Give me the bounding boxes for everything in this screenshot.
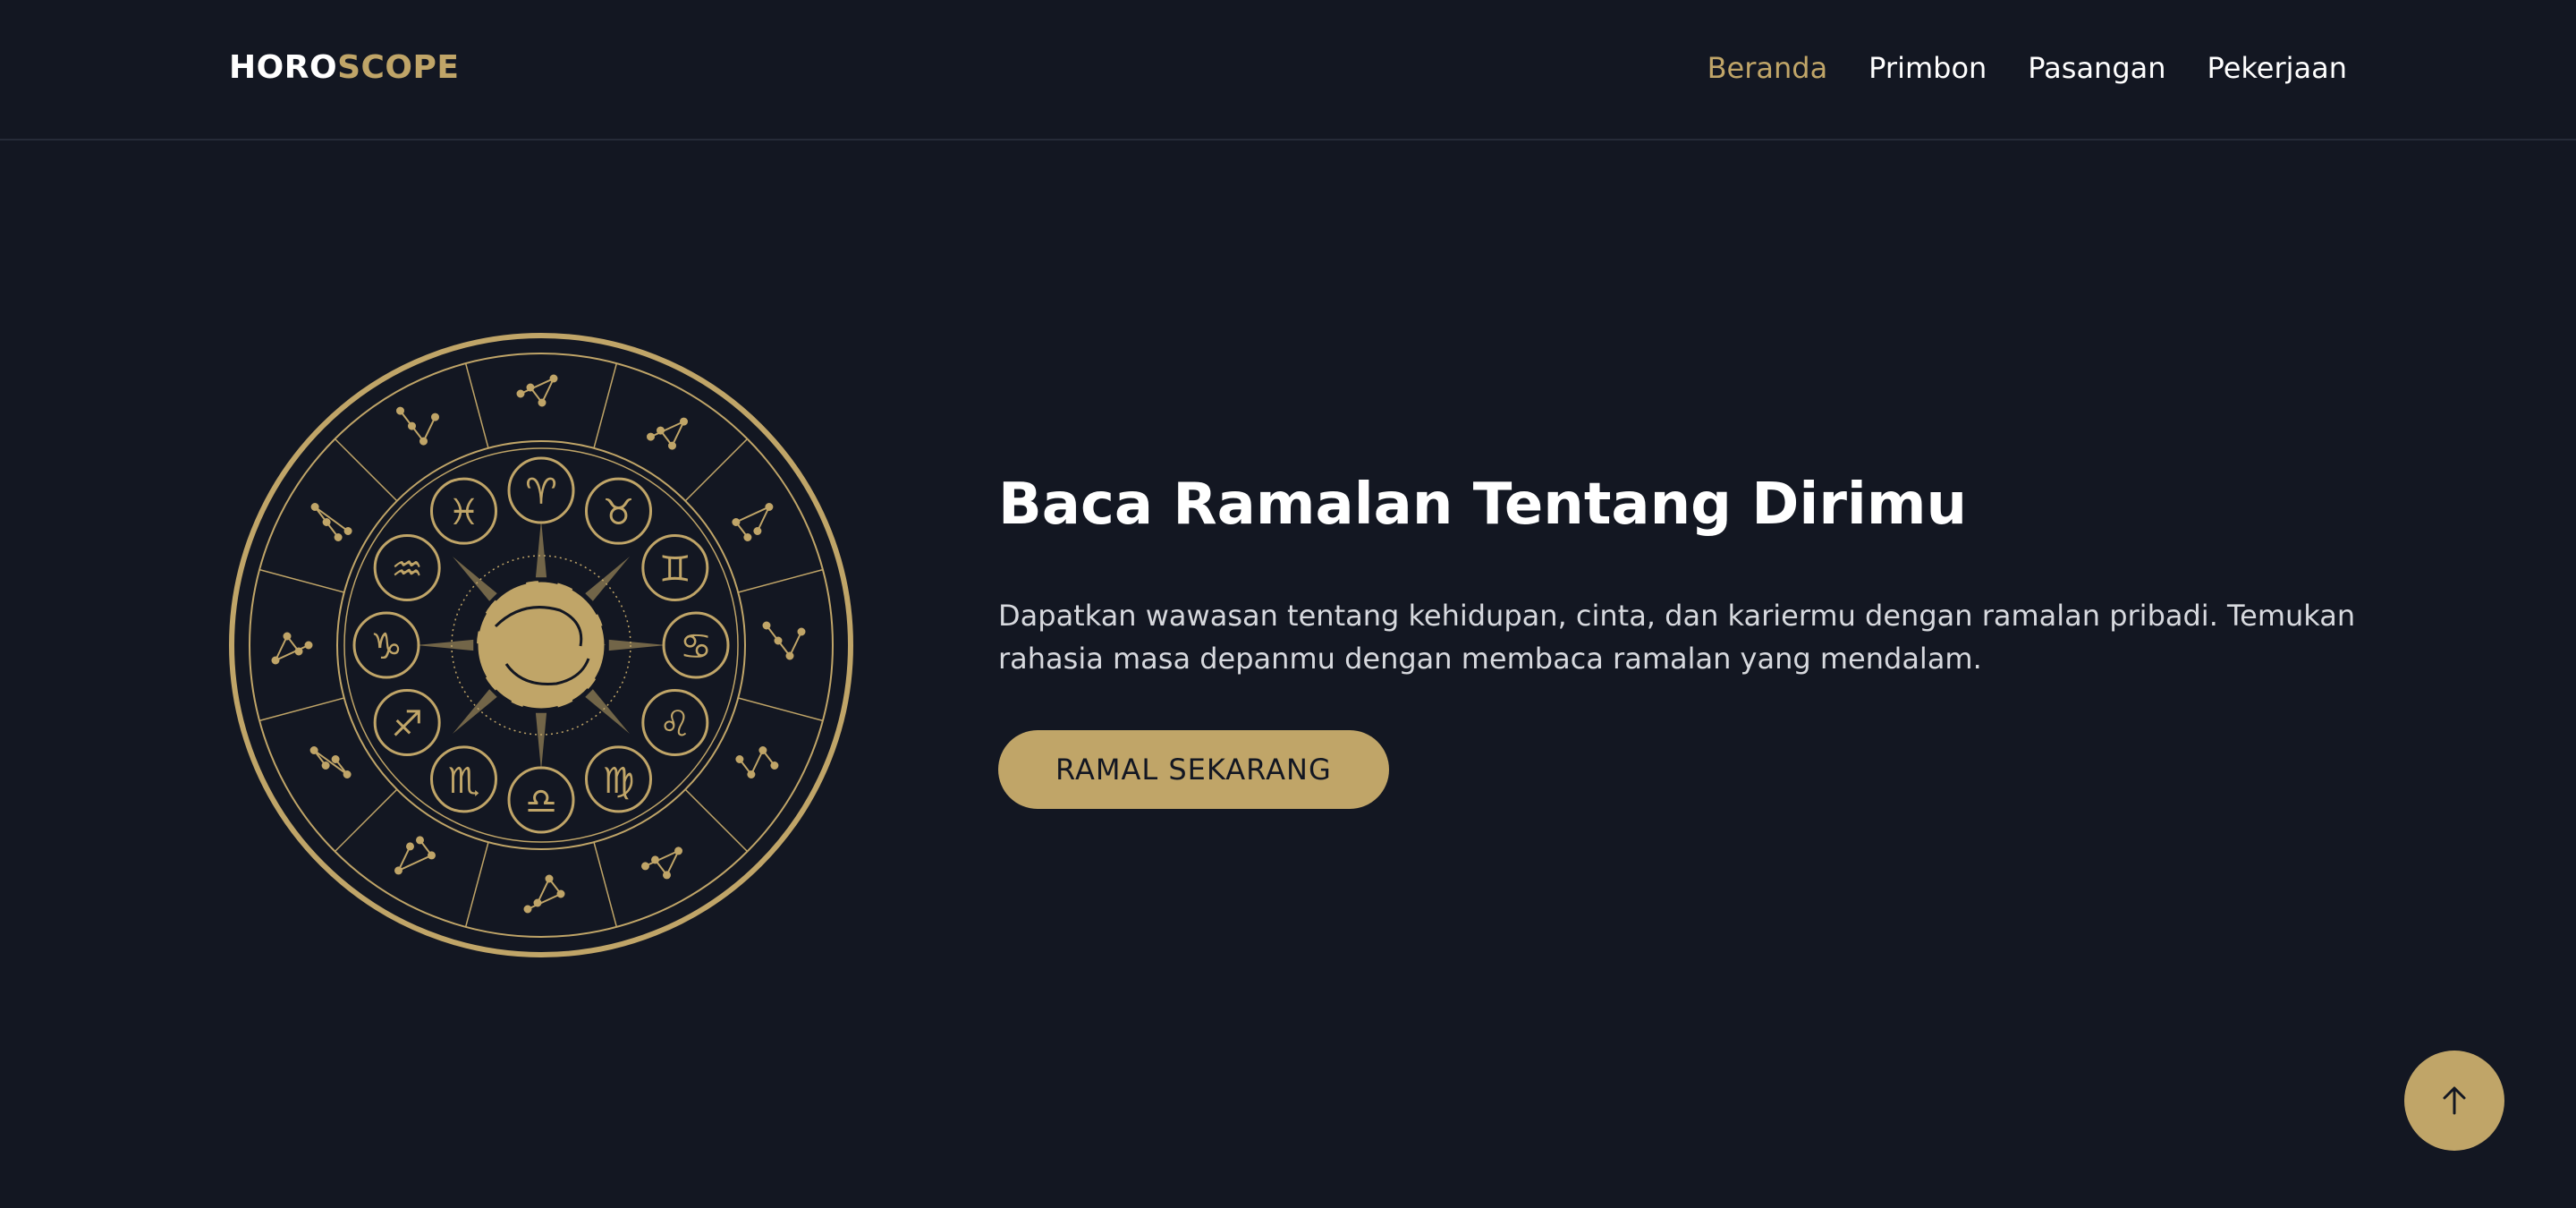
svg-text:♑: ♑ bbox=[370, 626, 402, 668]
svg-text:♐: ♐ bbox=[391, 704, 423, 745]
logo[interactable]: HOROSCOPE bbox=[229, 47, 460, 89]
logo-text-accent: SCOPE bbox=[337, 49, 460, 86]
svg-text:♎: ♎ bbox=[525, 781, 557, 822]
svg-text:♊: ♊ bbox=[659, 549, 691, 591]
nav-item-pasangan[interactable]: Pasangan bbox=[2028, 47, 2165, 89]
svg-text:♍: ♍ bbox=[603, 761, 635, 802]
svg-text:♒: ♒ bbox=[391, 549, 423, 591]
nav-item-beranda[interactable]: Beranda bbox=[1707, 47, 1828, 89]
main-nav: Beranda Primbon Pasangan Pekerjaan bbox=[1707, 47, 2347, 89]
arrow-up-icon bbox=[2443, 1086, 2466, 1115]
svg-text:♉: ♉ bbox=[603, 492, 635, 533]
hero-description: Dapatkan wawasan tentang kehidupan, cint… bbox=[998, 599, 2356, 676]
svg-text:♓: ♓ bbox=[448, 492, 480, 533]
nav-item-pekerjaan[interactable]: Pekerjaan bbox=[2207, 47, 2347, 89]
svg-text:♏: ♏ bbox=[448, 761, 480, 802]
svg-text:♌: ♌ bbox=[659, 704, 691, 745]
hero-title: Baca Ramalan Tentang Dirimu bbox=[998, 472, 1968, 538]
ramal-sekarang-button[interactable]: RAMAL SEKARANG bbox=[998, 730, 1389, 809]
scroll-to-top-button[interactable] bbox=[2404, 1051, 2504, 1151]
svg-text:♋: ♋ bbox=[680, 626, 712, 668]
zodiac-wheel-icon: ♈ ♉ ♊ ♋ ♌ ♍ ♎ ♏ ♐ ♑ ♒ ♓ bbox=[229, 333, 853, 957]
hero-content: Baca Ramalan Tentang Dirimu Dapatkan waw… bbox=[998, 465, 2376, 809]
site-header: HOROSCOPE Beranda Primbon Pasangan Peker… bbox=[0, 0, 2576, 140]
svg-text:♈: ♈ bbox=[525, 472, 557, 513]
logo-text-primary: HORO bbox=[229, 49, 338, 86]
nav-item-primbon[interactable]: Primbon bbox=[1868, 47, 1987, 89]
